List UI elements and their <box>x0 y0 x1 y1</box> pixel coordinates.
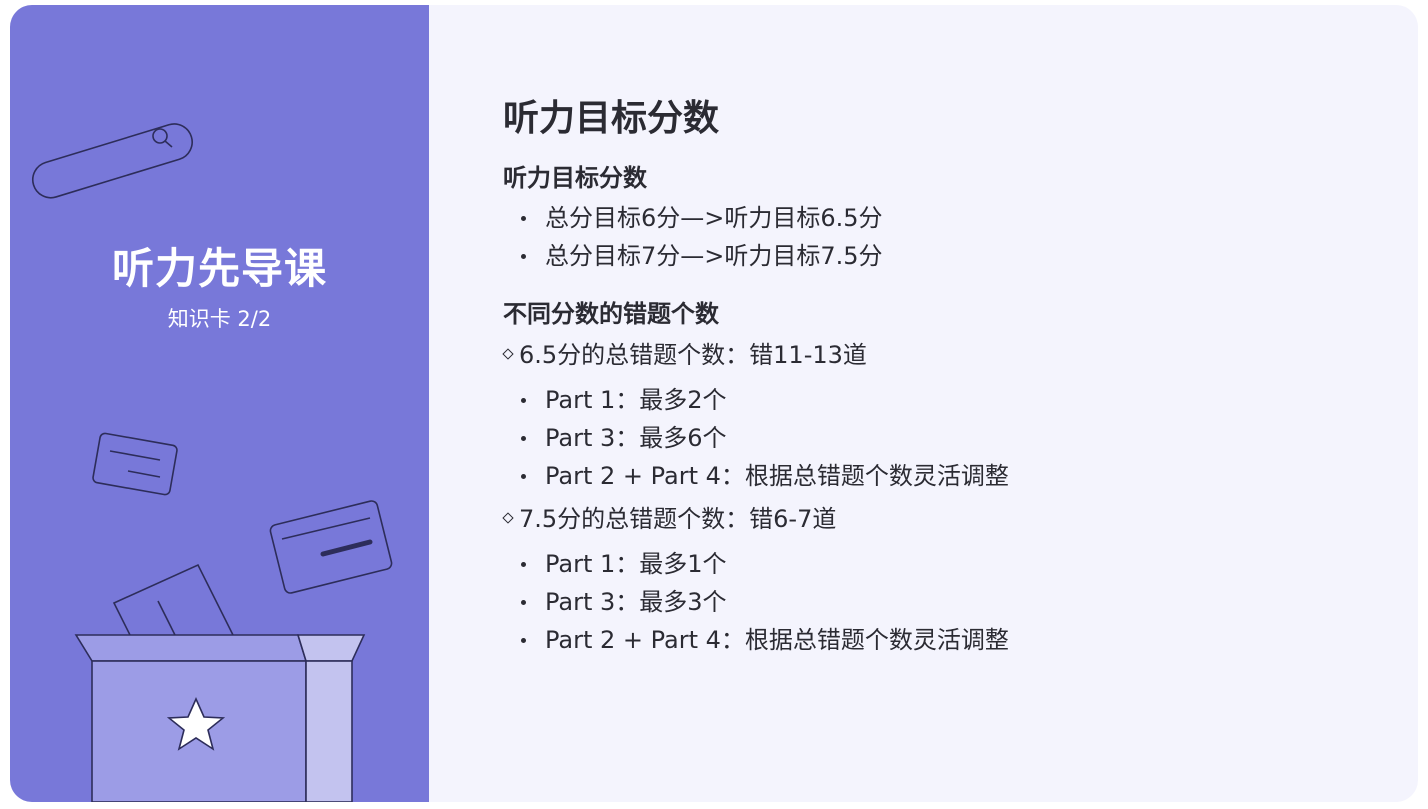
diamond-bullet-icon <box>502 348 514 360</box>
search-bar-illustration <box>31 123 193 199</box>
group-list-6-5: Part 1：最多2个 Part 3：最多6个 Part 2 + Part 4：… <box>503 381 1383 495</box>
group-heading-7-5: 7.5分的总错题个数：错6-7道 <box>502 499 1383 539</box>
left-panel: 听力先导课 知识卡 2/2 <box>10 5 429 802</box>
list-item: 总分目标6分—>听力目标6.5分 <box>503 199 1383 237</box>
decorative-illustration <box>31 123 393 802</box>
section-title-error-count: 不同分数的错题个数 <box>503 300 719 328</box>
list-item: Part 2 + Part 4：根据总错题个数灵活调整 <box>503 457 1383 495</box>
page-title: 听力目标分数 <box>503 98 720 139</box>
list-item: 总分目标7分—>听力目标7.5分 <box>503 237 1383 275</box>
group-heading-text: 6.5分的总错题个数：错11-13道 <box>519 341 867 369</box>
section-title-target-score: 听力目标分数 <box>503 164 647 192</box>
target-score-list: 总分目标6分—>听力目标6.5分 总分目标7分—>听力目标7.5分 <box>503 199 1383 275</box>
list-item: Part 1：最多2个 <box>503 381 1383 419</box>
group-list-7-5: Part 1：最多1个 Part 3：最多3个 Part 2 + Part 4：… <box>503 545 1383 659</box>
magnifier-icon <box>152 128 168 144</box>
card-label: 知识卡 2/2 <box>167 307 272 331</box>
group-heading-6-5: 6.5分的总错题个数：错11-13道 <box>502 335 1383 375</box>
content-area: 听力目标分数 听力目标分数 总分目标6分—>听力目标6.5分 总分目标7分—>听… <box>502 95 1383 659</box>
course-title: 听力先导课 <box>111 244 327 293</box>
list-item: Part 1：最多1个 <box>503 545 1383 583</box>
list-item: Part 3：最多3个 <box>503 583 1383 621</box>
knowledge-card: 听力先导课 知识卡 2/2 听力目标分数 听力目标分数 总分目标6分—>听力目标… <box>10 5 1418 802</box>
list-item: Part 3：最多6个 <box>503 419 1383 457</box>
list-item: Part 2 + Part 4：根据总错题个数灵活调整 <box>503 621 1383 659</box>
card-illustration-large <box>269 500 393 594</box>
group-heading-text: 7.5分的总错题个数：错6-7道 <box>519 505 837 533</box>
box-illustration <box>74 634 366 802</box>
diamond-bullet-icon <box>502 512 514 524</box>
card-illustration-small <box>92 432 178 496</box>
